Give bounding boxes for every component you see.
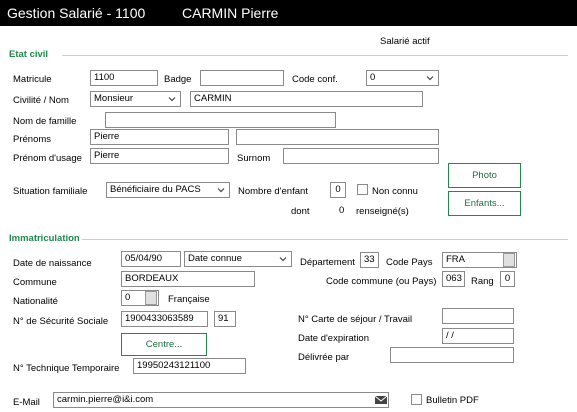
nom-input[interactable]: CARMIN — [190, 91, 423, 107]
matricule-input[interactable]: 1100 — [90, 70, 158, 86]
surnom-label: Surnom — [237, 153, 271, 164]
naissance-label: Date de naissance — [13, 258, 92, 269]
naissance-input[interactable]: 05/04/90 — [121, 251, 181, 267]
nationalite-value: Française — [168, 294, 210, 305]
chevron-down-icon — [217, 188, 225, 193]
matricule-label: Matricule — [13, 74, 52, 85]
nationalite-label: Nationalité — [13, 296, 58, 307]
email-label: E-Mail — [13, 397, 40, 408]
dont-label: dont — [291, 206, 310, 217]
section-divider — [62, 55, 568, 56]
prenom-usage-input[interactable]: Pierre — [90, 148, 229, 164]
chevron-down-icon — [426, 76, 434, 81]
enfants-button[interactable]: Enfants... — [448, 191, 521, 216]
delivree-input[interactable] — [390, 347, 514, 363]
code-conf-select[interactable]: 0 — [366, 70, 439, 86]
badge-label: Badge — [164, 74, 192, 85]
expiration-label: Date d'expiration — [298, 333, 369, 344]
date-type-select[interactable]: Date connue — [184, 251, 292, 267]
commune-label: Commune — [13, 277, 57, 288]
envelope-icon — [374, 395, 388, 404]
departement-label: Département — [300, 257, 355, 268]
expiration-input[interactable]: / / — [442, 328, 514, 344]
bulletin-pdf-label: Bulletin PDF — [426, 395, 479, 406]
renseigne-label: renseigné(s) — [356, 206, 409, 217]
prenoms-label: Prénoms — [13, 134, 52, 145]
tech-input[interactable]: 19950243121100 — [133, 358, 246, 374]
code-conf-label: Code conf. — [292, 74, 338, 85]
email-input[interactable]: carmin.pierre@i&i.com — [53, 392, 389, 408]
photo-button[interactable]: Photo — [448, 163, 521, 188]
delivree-label: Délivrée par — [298, 352, 350, 363]
nationalite-lookup-button[interactable] — [145, 291, 157, 305]
window-title: Gestion Salarié - 1100 — [7, 5, 146, 21]
situation-label: Situation familiale — [13, 186, 88, 197]
chevron-down-icon — [279, 257, 287, 262]
carte-sejour-input[interactable] — [442, 308, 514, 324]
section-divider — [82, 239, 568, 240]
centre-button[interactable]: Centre... — [121, 333, 207, 356]
code-pays-label: Code Pays — [386, 257, 433, 268]
title-bar: Gestion Salarié - 1100 CARMIN Pierre — [0, 0, 577, 26]
situation-value: Bénéficiaire du PACS — [110, 184, 201, 195]
code-conf-value: 0 — [370, 72, 376, 83]
prenom1-input[interactable]: Pierre — [90, 129, 229, 145]
civilite-select[interactable]: Monsieur — [90, 91, 181, 107]
prenom2-input[interactable] — [236, 129, 439, 145]
tech-label: N° Technique Temporaire — [13, 363, 120, 374]
section-etat-civil: Etat civil — [9, 49, 49, 60]
badge-input[interactable] — [200, 70, 284, 86]
civilite-value: Monsieur — [94, 93, 134, 104]
date-type-value: Date connue — [188, 253, 242, 264]
situation-select[interactable]: Bénéficiaire du PACS — [106, 182, 230, 198]
nom-famille-input[interactable] — [105, 112, 336, 128]
nb-enfant-input[interactable]: 0 — [330, 182, 346, 198]
rang-input[interactable]: 0 — [500, 271, 515, 287]
chevron-down-icon — [168, 97, 176, 102]
non-connu-checkbox[interactable] — [357, 184, 368, 195]
code-commune-input[interactable]: 063 — [442, 271, 465, 287]
code-commune-label: Code commune (ou Pays) — [326, 276, 437, 287]
commune-input[interactable]: BORDEAUX — [121, 271, 255, 287]
non-connu-label: Non connu — [372, 186, 418, 197]
surnom-input[interactable] — [283, 148, 439, 164]
secu-label: N° de Sécurité Sociale — [13, 316, 109, 327]
code-pays-lookup-button[interactable] — [503, 253, 515, 267]
bulletin-pdf-checkbox[interactable] — [411, 394, 422, 405]
employee-name-title: CARMIN Pierre — [182, 5, 279, 21]
status-label: Salarié actif — [380, 36, 430, 47]
rang-label: Rang — [471, 276, 494, 287]
section-immatriculation: Immatriculation — [9, 233, 80, 244]
secu-input[interactable]: 1900433063589 — [121, 311, 208, 327]
carte-sejour-label: N° Carte de séjour / Travail — [298, 314, 413, 325]
departement-input[interactable]: 33 — [360, 252, 379, 268]
dont-value: 0 — [339, 205, 345, 216]
email-send-button[interactable] — [374, 393, 388, 407]
nom-famille-label: Nom de famille — [13, 116, 77, 127]
nb-enfant-label: Nombre d'enfant — [238, 186, 308, 197]
prenom-usage-label: Prénom d'usage — [13, 153, 82, 164]
secu-cle-input[interactable]: 91 — [214, 311, 236, 327]
civilite-label: Civilité / Nom — [13, 95, 69, 106]
